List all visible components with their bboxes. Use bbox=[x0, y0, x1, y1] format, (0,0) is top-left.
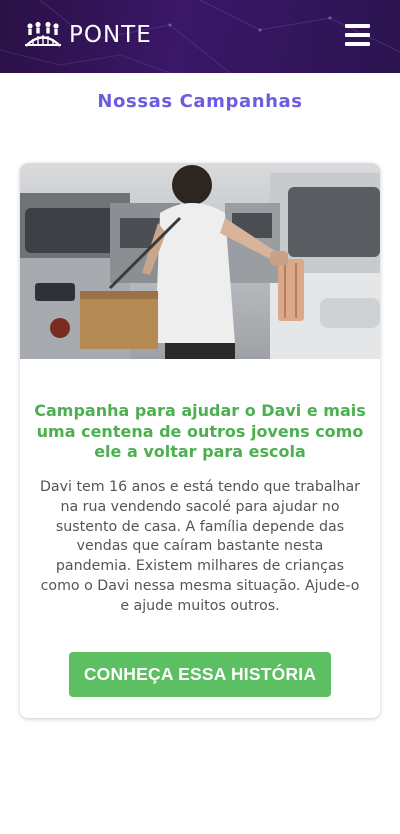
learn-story-button[interactable]: CONHEÇA ESSA HISTÓRIA bbox=[69, 652, 331, 697]
page-title: Nossas Campanhas bbox=[97, 91, 303, 112]
campaign-card: Campanha para ajudar o Davi e mais uma c… bbox=[20, 163, 380, 718]
site-header: PONTE bbox=[0, 0, 400, 73]
hamburger-menu-icon[interactable] bbox=[345, 24, 370, 46]
campaign-description: Davi tem 16 anos e está tendo que trabal… bbox=[39, 479, 360, 614]
campaign-title: Campanha para ajudar o Davi e mais uma c… bbox=[34, 401, 366, 461]
campaign-photo[interactable] bbox=[20, 163, 380, 359]
brand-logo[interactable]: PONTE bbox=[24, 20, 152, 50]
brand-name: PONTE bbox=[69, 22, 152, 48]
people-bridge-logo-icon bbox=[25, 21, 61, 47]
